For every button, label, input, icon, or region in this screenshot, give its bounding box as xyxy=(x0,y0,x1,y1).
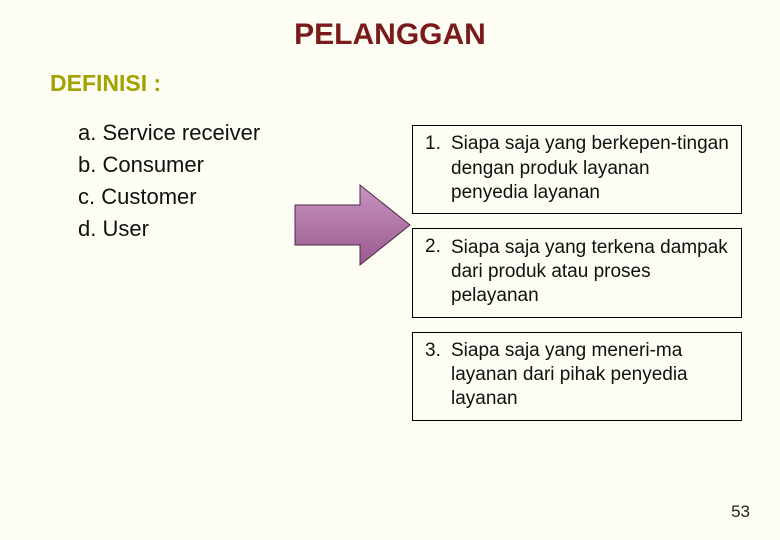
page-title: PELANGGAN xyxy=(0,0,780,52)
term-a: a. Service receiver xyxy=(78,117,340,149)
definition-1-text: Siapa saja yang berkepen-tingan dengan p… xyxy=(425,132,731,205)
definitions-list: 1. Siapa saja yang berkepen-tingan denga… xyxy=(412,125,742,435)
page-number: 53 xyxy=(731,502,750,522)
terms-list: a. Service receiver b. Consumer c. Custo… xyxy=(0,117,340,245)
section-subtitle: DEFINISI : xyxy=(0,52,780,97)
definition-3-text: Siapa saja yang meneri-ma layanan dari p… xyxy=(425,339,731,412)
arrow-icon xyxy=(290,180,415,270)
definition-3: 3. Siapa saja yang meneri-ma layanan dar… xyxy=(412,332,742,421)
definition-2-text: Siapa saja yang terkena dampak dari prod… xyxy=(425,236,731,309)
definition-1-num: 1. xyxy=(425,133,441,154)
term-b: b. Consumer xyxy=(78,149,340,181)
definition-1: 1. Siapa saja yang berkepen-tingan denga… xyxy=(412,125,742,214)
definition-3-num: 3. xyxy=(425,340,441,361)
definition-2: 2. Siapa saja yang terkena dampak dari p… xyxy=(412,228,742,317)
definition-2-num: 2. xyxy=(425,236,441,257)
